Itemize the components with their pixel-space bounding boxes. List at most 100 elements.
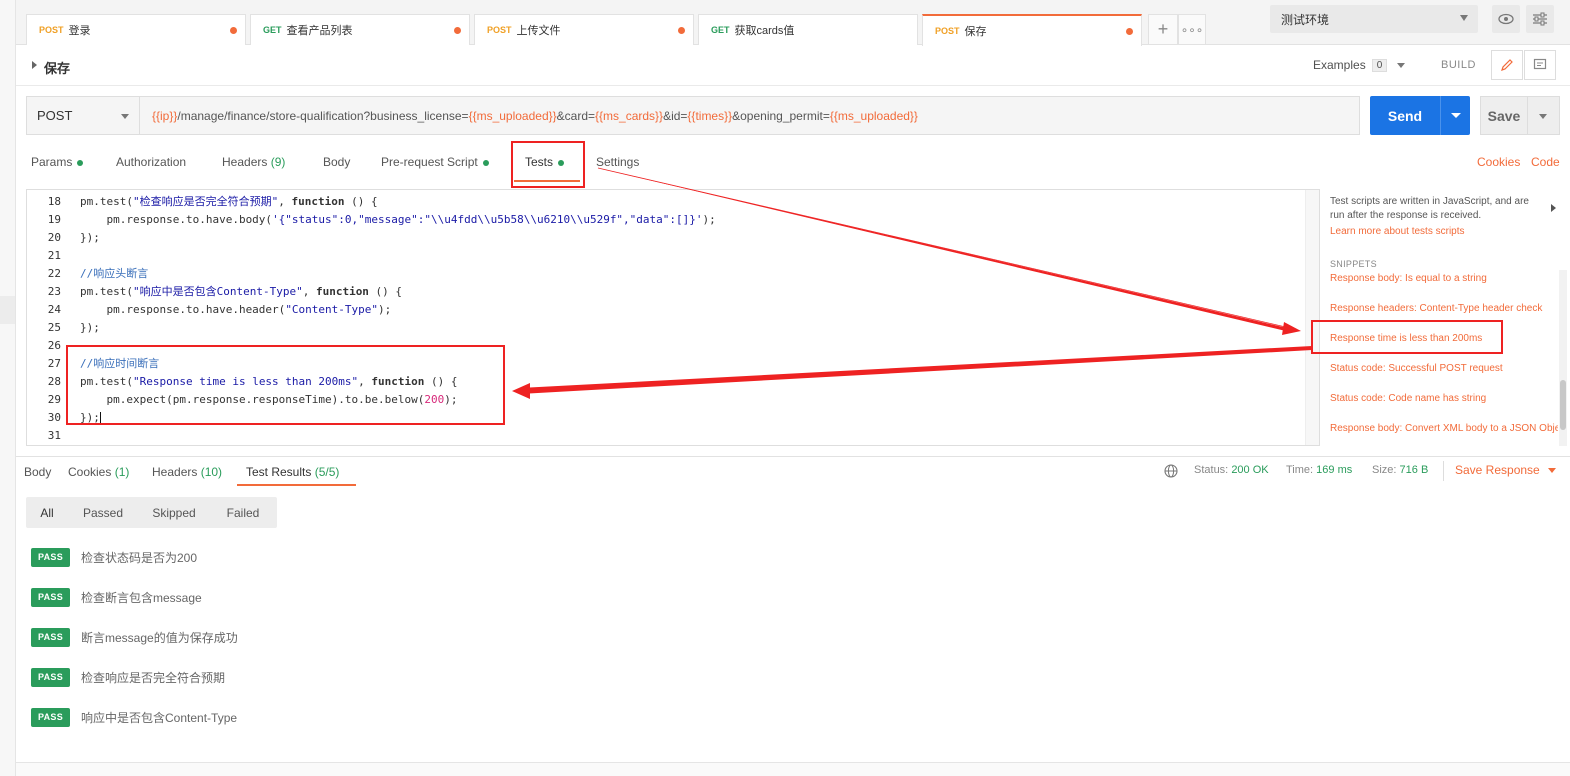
- examples-label: Examples: [1313, 58, 1366, 72]
- snippets-heading: SNIPPETS: [1330, 259, 1377, 269]
- test-results-filter: All Passed Skipped Failed: [26, 497, 277, 528]
- response-tab-test-results[interactable]: Test Results (5/5): [246, 465, 339, 479]
- request-name[interactable]: 保存: [44, 58, 70, 77]
- unsaved-dot: [1126, 28, 1133, 35]
- snippet-item[interactable]: Response headers: Content-Type header ch…: [1330, 303, 1542, 314]
- scrollbar-thumb[interactable]: [1560, 380, 1566, 430]
- line-number: 24: [47, 303, 61, 316]
- tab-name: 登录: [68, 25, 91, 37]
- tab-body[interactable]: Body: [323, 155, 350, 169]
- code-string: "检查响应是否完全符合预期": [132, 195, 279, 208]
- url-input[interactable]: {{ip}}/manage/finance/store-qualificatio…: [140, 96, 1360, 135]
- tab-settings[interactable]: Settings: [596, 155, 639, 169]
- tab-count: (1): [114, 465, 130, 479]
- more-tabs-button[interactable]: ∘∘∘: [1178, 14, 1206, 45]
- filter-passed[interactable]: Passed: [68, 497, 138, 528]
- tab-method: GET: [263, 25, 282, 35]
- test-result-row: PASS 检查断言包含message: [31, 587, 202, 607]
- request-tab-get-cards[interactable]: GET 获取cards值: [698, 14, 918, 45]
- line-number: 25: [47, 321, 61, 334]
- code-line: 24 pm.response.to.have.header("Content-T…: [27, 301, 392, 319]
- time-value: 169 ms: [1316, 464, 1353, 476]
- request-tab-upload[interactable]: POST 上传文件: [474, 14, 694, 45]
- status-label: Status:: [1194, 464, 1229, 476]
- tab-name: 获取cards值: [734, 25, 795, 37]
- new-tab-button[interactable]: +: [1148, 14, 1178, 45]
- request-tab-login[interactable]: POST 登录: [26, 14, 246, 45]
- test-name: 断言message的值为保存成功: [81, 630, 238, 645]
- pass-badge: PASS: [31, 547, 70, 567]
- code-token: pm.response.to.have.body(: [80, 213, 273, 226]
- code-comment: //响应头断言: [80, 267, 149, 280]
- filter-all[interactable]: All: [26, 497, 68, 528]
- test-name: 检查响应是否完全符合预期: [81, 670, 226, 685]
- code-string: "响应中是否包含Content-Type": [132, 285, 303, 298]
- save-response-button[interactable]: Save Response: [1455, 463, 1556, 477]
- tab-headers[interactable]: Headers (9): [222, 155, 285, 169]
- environment-select[interactable]: 测试环境: [1270, 5, 1478, 33]
- tab-name: 上传文件: [516, 25, 561, 37]
- test-result-row: PASS 检查状态码是否为200: [31, 547, 197, 567]
- manage-environments-button[interactable]: [1526, 5, 1554, 33]
- pass-badge: PASS: [31, 587, 70, 607]
- response-tab-cookies[interactable]: Cookies (1): [68, 465, 129, 479]
- cookies-link[interactable]: Cookies: [1477, 155, 1520, 169]
- environment-name: 测试环境: [1281, 12, 1330, 27]
- response-tab-body[interactable]: Body: [24, 465, 51, 479]
- tab-label: Test Results: [246, 465, 312, 479]
- unsaved-dot: [230, 27, 237, 34]
- edit-mode-button[interactable]: [1491, 50, 1523, 80]
- learn-more-link[interactable]: Learn more about tests scripts: [1330, 226, 1465, 237]
- code-line: 20});: [27, 229, 100, 247]
- line-number: 21: [47, 249, 61, 262]
- snippet-item[interactable]: Status code: Code name has string: [1330, 393, 1486, 404]
- test-result-row: PASS 响应中是否包含Content-Type: [31, 707, 237, 727]
- environment-quick-look-button[interactable]: [1492, 5, 1520, 33]
- sidebar-marker: [0, 296, 15, 324]
- filter-skipped[interactable]: Skipped: [138, 497, 210, 528]
- tab-label: Headers: [222, 155, 268, 169]
- request-tab-save[interactable]: POST 保存: [922, 14, 1142, 46]
- annotation-box-snippet: [1311, 320, 1503, 354]
- code-link[interactable]: Code: [1531, 155, 1560, 169]
- save-button[interactable]: Save: [1480, 96, 1528, 135]
- line-number: 19: [47, 213, 61, 226]
- tab-method: POST: [935, 26, 960, 36]
- sliders-icon: [1533, 12, 1547, 26]
- examples-dropdown[interactable]: Examples 0: [1313, 58, 1406, 72]
- snippet-item[interactable]: Response body: Convert XML body to a JSO…: [1330, 423, 1558, 434]
- active-tab-indicator: [237, 484, 356, 486]
- globe-icon[interactable]: [1164, 464, 1178, 478]
- send-button[interactable]: Send: [1370, 96, 1440, 135]
- code-keyword: function: [315, 285, 369, 298]
- code-line: 31: [27, 427, 80, 445]
- request-name-row: 保存 Examples 0 BUILD: [16, 46, 1570, 86]
- line-number: 27: [47, 357, 61, 370]
- caret-right-icon[interactable]: [32, 61, 37, 69]
- snippet-item[interactable]: Response body: Is equal to a string: [1330, 273, 1487, 284]
- snippets-scrollbar[interactable]: [1559, 270, 1567, 446]
- url-text: /manage/finance/store-qualification?busi…: [177, 108, 469, 123]
- test-name: 检查状态码是否为200: [81, 550, 198, 565]
- tab-params[interactable]: Params: [31, 155, 84, 169]
- size-label: Size:: [1372, 464, 1397, 476]
- size-value: 716 B: [1399, 464, 1429, 476]
- tab-pre-request-script[interactable]: Pre-request Script: [381, 155, 489, 169]
- response-tab-headers[interactable]: Headers (10): [152, 465, 222, 479]
- comments-button[interactable]: [1524, 50, 1556, 80]
- request-tab-product-list[interactable]: GET 查看产品列表: [250, 14, 470, 45]
- snippet-item[interactable]: Status code: Successful POST request: [1330, 363, 1503, 374]
- code-token: });: [80, 321, 100, 334]
- tab-authorization[interactable]: Authorization: [116, 155, 186, 169]
- editor-scrollbar[interactable]: [1305, 190, 1319, 445]
- pass-badge: PASS: [31, 707, 70, 727]
- filter-failed[interactable]: Failed: [210, 497, 276, 528]
- save-options-button[interactable]: [1528, 96, 1560, 135]
- save-response-label: Save Response: [1455, 463, 1540, 477]
- http-method-select[interactable]: POST: [26, 96, 140, 135]
- line-number: 22: [47, 267, 61, 280]
- code-token: );: [378, 303, 392, 316]
- request-tabs-bar: POST 登录 GET 查看产品列表 POST 上传文件 GET 获取cards…: [16, 0, 1261, 46]
- send-options-button[interactable]: [1440, 96, 1470, 135]
- collapse-snippets-icon[interactable]: [1551, 204, 1556, 212]
